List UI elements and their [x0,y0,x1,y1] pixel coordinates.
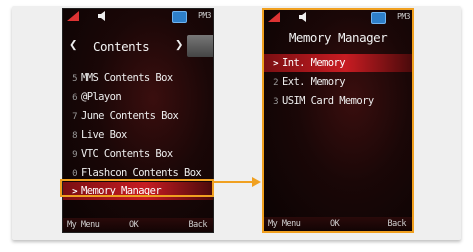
highlight-box [60,179,214,197]
status-time: PM3 [397,12,410,21]
softkey-center[interactable]: OK [330,219,340,229]
battery-icon [371,12,386,24]
softkey-left[interactable]: My Menu [268,219,301,229]
softkey-bar: My Menu OK Back [63,218,213,232]
list-item[interactable]: 3 USIM Card Memory [264,92,412,110]
connector-arrow-icon [214,177,261,187]
list-item[interactable]: 8 Live Box [63,126,213,144]
screen-title: Memory Manager [288,30,388,45]
softkey-right[interactable]: Back [189,220,208,230]
battery-icon [172,11,187,23]
status-bar: PM3 [264,10,412,24]
list-item[interactable]: 5 MMS Contents Box [63,69,213,87]
phone-screen-contents: PM3 ❮ Contents ❯ 5 MMS Contents Box 6 @Pla… [62,8,214,233]
softkey-center[interactable]: OK [129,220,139,230]
left-arrow-icon[interactable]: ❮ [69,37,77,53]
status-time: PM3 [198,11,211,20]
status-bar: PM3 [63,9,213,23]
right-arrow-icon[interactable]: ❯ [175,37,183,53]
tab-thumbnail [187,35,213,57]
phone-screen-memory-manager: PM3 Memory Manager > Int. Memory 2 Ext. Me… [262,8,414,233]
softkey-right[interactable]: Back [388,219,407,229]
list-item-selected[interactable]: > Int. Memory [264,54,412,72]
softkey-bar: My Menu OK Back [264,217,412,231]
list-item[interactable]: 7 June Contents Box [63,107,213,125]
signal-icon [67,11,79,21]
list-item[interactable]: 6 @Playon [63,88,213,106]
list-item[interactable]: 2 Ext. Memory [264,73,412,91]
signal-icon [268,12,280,22]
softkey-left[interactable]: My Menu [67,220,100,230]
speaker-icon [299,12,306,22]
speaker-icon [98,11,105,21]
screen-title: Contents [93,39,150,54]
list-item[interactable]: 9 VTC Contents Box [63,145,213,163]
